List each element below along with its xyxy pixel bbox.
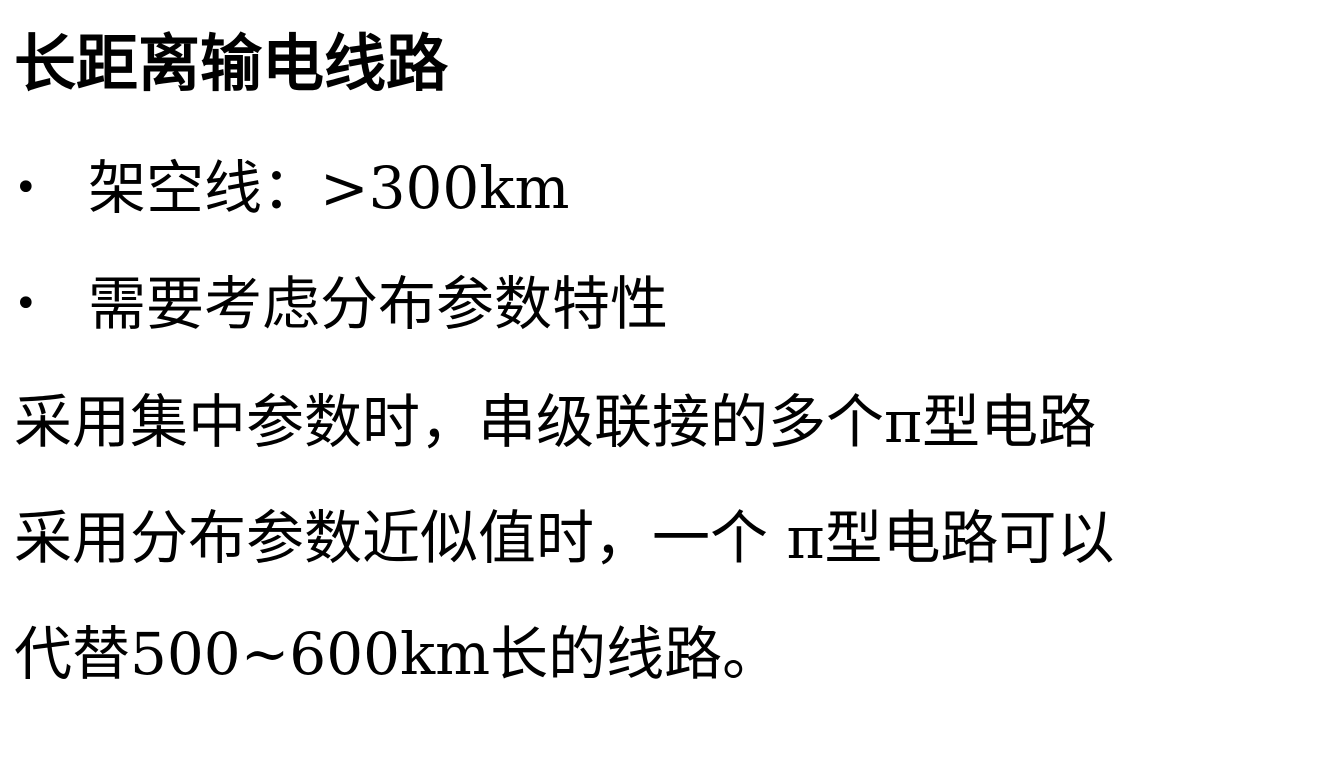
bullet-text: 架空线：>300km bbox=[88, 154, 570, 222]
slide-title: 长距离输电线路 bbox=[14, 27, 449, 100]
paragraph-distributed-approx: 采用分布参数近似值时，一个 π型电路可以 bbox=[14, 504, 1115, 572]
bullet-marker: • bbox=[14, 165, 38, 211]
paragraph-line-length: 代替500~600km长的线路。 bbox=[14, 620, 781, 688]
slide: 长距离输电线路 • 架空线：>300km • 需要考虑分布参数特性 采用集中参数… bbox=[0, 0, 1336, 760]
bullet-marker: • bbox=[14, 281, 38, 327]
paragraph-lumped-params: 采用集中参数时，串级联接的多个π型电路 bbox=[14, 388, 1097, 456]
bullet-text: 需要考虑分布参数特性 bbox=[88, 270, 669, 338]
